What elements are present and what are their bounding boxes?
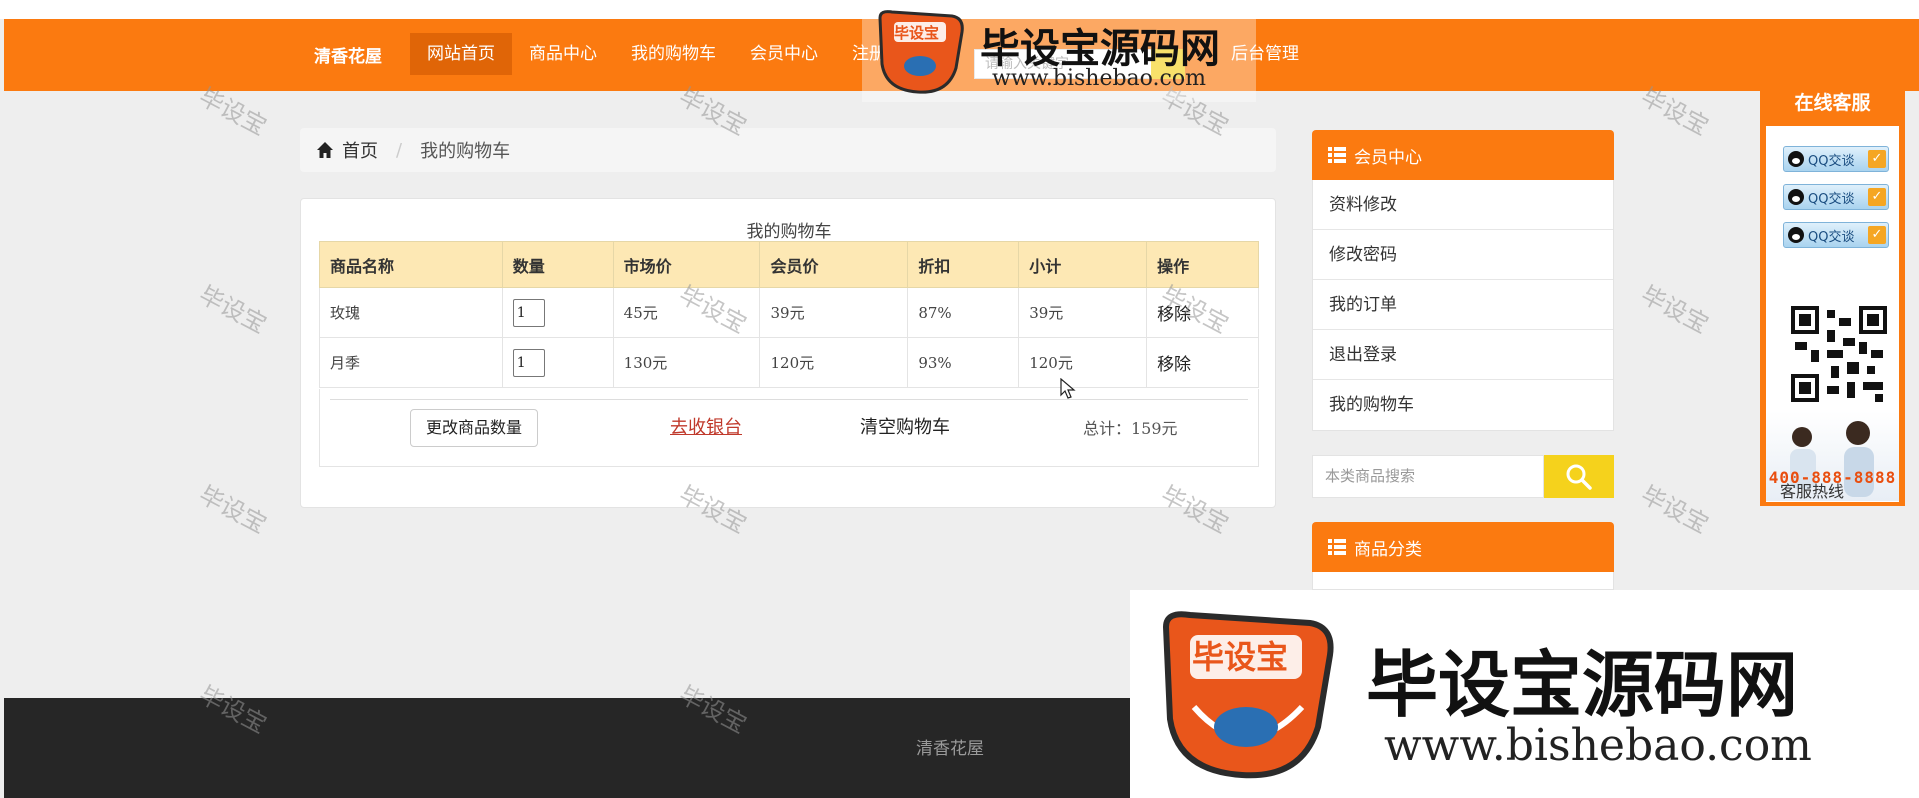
logo-name-large: 毕设宝源码网 [1366, 643, 1799, 727]
member-item-cart[interactable]: 我的购物车 [1313, 380, 1613, 430]
logo-badge-small: 毕设宝 [894, 24, 940, 42]
remove-link[interactable]: 移除 [1146, 287, 1259, 338]
cell-subtotal: 39元 [1018, 287, 1148, 338]
cell-market-price: 45元 [612, 287, 761, 338]
cell-subtotal: 120元 [1018, 337, 1148, 388]
footer-text: 清香花屋 [916, 739, 984, 759]
cell-market-price: 130元 [612, 337, 761, 388]
cell-name: 月季 [319, 337, 503, 388]
table-header-row: 商品名称 数量 市场价 会员价 折扣 小计 操作 [319, 241, 1259, 288]
quantity-input[interactable]: 1 [512, 298, 545, 327]
nav-item-home[interactable]: 网站首页 [410, 33, 512, 75]
nav-item-cart[interactable]: 我的购物车 [614, 33, 733, 75]
product-search-button[interactable] [1544, 455, 1614, 498]
mouse-cursor-icon [1060, 378, 1076, 399]
logo-url-large: www.bishebao.com [1384, 720, 1812, 771]
member-item-orders[interactable]: 我的订单 [1313, 280, 1613, 330]
column-header-operation: 操作 [1146, 241, 1259, 288]
breadcrumb-home-link[interactable]: 首页 [342, 137, 378, 163]
search-icon [1566, 464, 1592, 490]
cell-discount: 87% [907, 287, 1020, 338]
clear-cart-link[interactable]: 清空购物车 [860, 413, 950, 439]
breadcrumb-current: 我的购物车 [420, 141, 511, 162]
check-icon: ✓ [1868, 150, 1886, 168]
nav-item-member[interactable]: 会员中心 [733, 33, 835, 75]
cart-panel: 我的购物车 商品名称 数量 市场价 会员价 折扣 小计 操作 玫瑰 1 45元 … [300, 198, 1276, 508]
service-body: QQ交谈 ✓ QQ交谈 ✓ QQ交谈 ✓ 客服热线 [1766, 126, 1899, 502]
check-icon: ✓ [1868, 226, 1886, 244]
member-menu: 资料修改 修改密码 我的订单 退出登录 我的购物车 [1312, 180, 1614, 431]
logo-badge-large: 毕设宝 [1192, 638, 1289, 676]
watermark: 毕设宝 [194, 280, 272, 339]
online-service-widget: 在线客服 QQ交谈 ✓ QQ交谈 ✓ QQ交谈 ✓ 客服热线 400-888-8… [1760, 82, 1905, 506]
member-item-password[interactable]: 修改密码 [1313, 230, 1613, 280]
qq-chat-button[interactable]: QQ交谈 ✓ [1783, 222, 1889, 248]
nav-item-products[interactable]: 商品中心 [512, 33, 614, 75]
column-header-name: 商品名称 [319, 241, 503, 288]
checkout-link[interactable]: 去收银台 [670, 413, 742, 439]
site-brand[interactable]: 清香花屋 [314, 42, 382, 67]
category-panel-title: 商品分类 [1354, 539, 1422, 560]
cell-member-price: 120元 [759, 337, 909, 388]
nav-menu: 清香花屋 网站首页 商品中心 我的购物车 会员中心 注册 [314, 33, 903, 75]
product-search-input[interactable]: 本类商品搜索 [1312, 455, 1544, 498]
update-quantity-button[interactable]: 更改商品数量 [410, 409, 538, 447]
cart-actions: 更改商品数量 去收银台 清空购物车 总计：159元 [319, 389, 1259, 467]
remove-link[interactable]: 移除 [1146, 337, 1259, 388]
table-row: 月季 1 130元 120元 93% 120元 移除 [319, 337, 1259, 388]
qq-icon [1788, 189, 1804, 205]
logo-watermark-small: 毕设宝 毕设宝源码网 www.bishebao.com [862, 6, 1256, 102]
qq-chat-button[interactable]: QQ交谈 ✓ [1783, 184, 1889, 210]
list-icon [1328, 539, 1346, 555]
column-header-subtotal: 小计 [1018, 241, 1148, 288]
cell-name: 玫瑰 [319, 287, 503, 338]
qq-label: QQ交谈 [1808, 191, 1855, 207]
home-icon [317, 142, 333, 158]
qq-icon [1788, 151, 1804, 167]
qq-label: QQ交谈 [1808, 229, 1855, 245]
logo-mascot-icon [1162, 611, 1334, 779]
cell-discount: 93% [907, 337, 1020, 388]
list-icon [1328, 147, 1346, 163]
category-list [1312, 572, 1614, 590]
cell-qty: 1 [501, 287, 614, 338]
hotline-number: 400-888-8888 [1768, 468, 1897, 487]
breadcrumb: 首页 / 我的购物车 [300, 128, 1276, 172]
table-row: 玫瑰 1 45元 39元 87% 39元 移除 [319, 287, 1259, 338]
category-panel-header: 商品分类 [1312, 522, 1614, 572]
quantity-input[interactable]: 1 [512, 348, 545, 377]
qr-code-icon [1791, 306, 1887, 402]
member-panel-title: 会员中心 [1354, 147, 1422, 168]
qq-icon [1788, 227, 1804, 243]
column-header-member-price: 会员价 [759, 241, 909, 288]
watermark: 毕设宝 [1636, 480, 1714, 539]
qq-chat-button[interactable]: QQ交谈 ✓ [1783, 146, 1889, 172]
cell-member-price: 39元 [759, 287, 909, 338]
member-item-logout[interactable]: 退出登录 [1313, 330, 1613, 380]
column-header-market-price: 市场价 [612, 241, 761, 288]
cart-total: 总计：159元 [1083, 419, 1178, 438]
watermark: 毕设宝 [194, 480, 272, 539]
qq-label: QQ交谈 [1808, 153, 1855, 169]
logo-url-small: www.bishebao.com [992, 66, 1206, 91]
member-panel-header: 会员中心 [1312, 130, 1614, 180]
cart-table: 商品名称 数量 市场价 会员价 折扣 小计 操作 玫瑰 1 45元 39元 87… [319, 241, 1259, 388]
member-item-profile[interactable]: 资料修改 [1313, 180, 1613, 230]
cart-caption: 我的购物车 [746, 222, 832, 242]
column-header-discount: 折扣 [907, 241, 1020, 288]
service-title: 在线客服 [1794, 92, 1871, 114]
check-icon: ✓ [1868, 188, 1886, 206]
column-header-qty: 数量 [501, 241, 614, 288]
logo-watermark-large: 毕设宝 毕设宝源码网 www.bishebao.com [1130, 590, 1919, 798]
cell-qty: 1 [501, 337, 614, 388]
watermark: 毕设宝 [1636, 280, 1714, 339]
breadcrumb-separator: / [396, 139, 403, 161]
divider [330, 399, 1248, 400]
